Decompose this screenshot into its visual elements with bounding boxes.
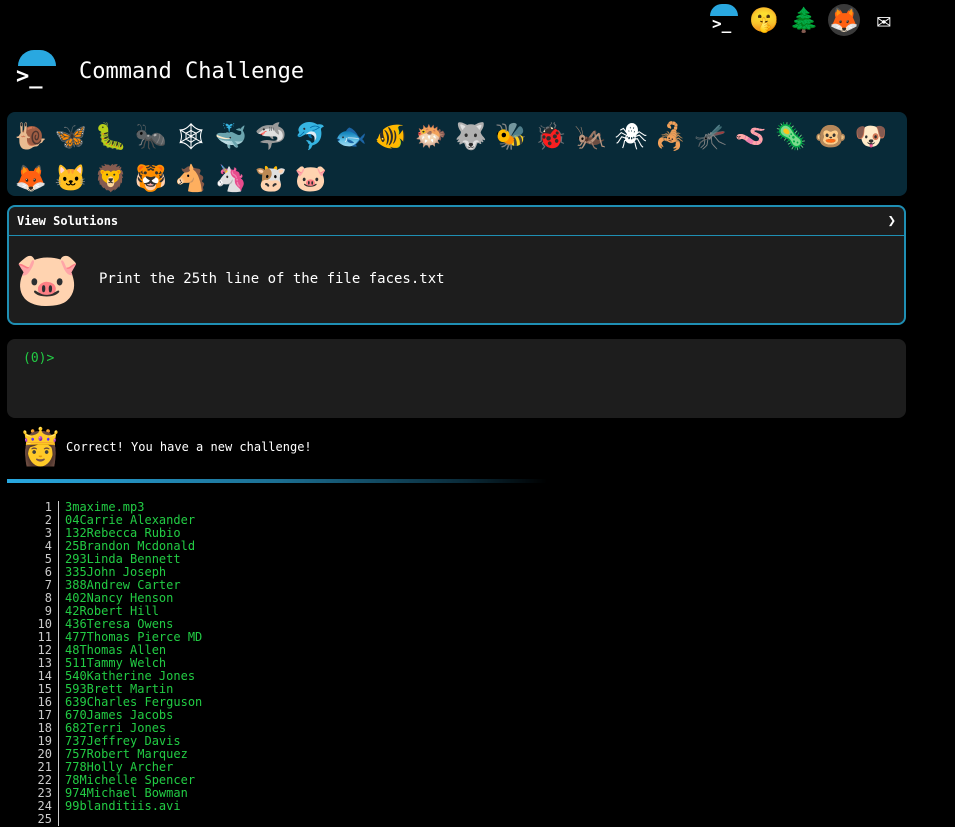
output-line: 24 99blanditiis.avi — [30, 800, 202, 813]
tree-icon[interactable]: 🌲 — [788, 4, 820, 36]
animal-challenge-icon[interactable]: 🐝 — [491, 116, 531, 158]
animal-challenge-icon[interactable]: 🐶 — [851, 116, 891, 158]
page-title: Command Challenge — [79, 58, 305, 84]
feedback-message: 👸 Correct! You have a new challenge! — [18, 426, 312, 468]
animal-challenge-icon[interactable]: 🐷 — [291, 158, 331, 200]
terminal-prompt: (0)> — [23, 351, 55, 366]
feedback-text: Correct! You have a new challenge! — [66, 440, 312, 454]
animal-challenge-icon[interactable]: 🦊 — [11, 158, 51, 200]
animal-challenge-icon[interactable]: 🦟 — [691, 116, 731, 158]
challenge-body: 🐷 Print the 25th line of the file faces.… — [9, 236, 904, 322]
animal-challenge-icon[interactable]: 🪱 — [731, 116, 771, 158]
animal-challenge-icon[interactable]: 🦗 — [571, 116, 611, 158]
output-line: 25 — [30, 813, 202, 826]
view-solutions-label: View Solutions — [17, 214, 119, 228]
princess-icon: 👸 — [18, 427, 63, 468]
chevron-right-icon: ❯ — [887, 213, 896, 229]
animal-challenge-icon[interactable]: 🐬 — [291, 116, 331, 158]
challenge-text: Print the 25th line of the file faces.tx… — [99, 271, 445, 287]
envelope-icon[interactable]: ✉ — [868, 4, 900, 36]
challenge-animal-strip: 🐌 🦋 🐛 🐜 🕸 🐳 🦈 🐬 🐟 🐠 🐡 🐺 🐝 🐞 🦗 🕷 🦂 🦟 🪱 🦠 🐵 🐶 🦊 🐱 🦁 🐯 🐴 🦄 🐮 🐷 — [7, 112, 907, 196]
terminal-input[interactable]: (0)> — [7, 339, 906, 418]
animal-challenge-icon[interactable]: 🦄 — [211, 158, 251, 200]
animal-challenge-icon[interactable]: 🕷 — [611, 116, 651, 158]
animal-challenge-icon[interactable]: 🐛 — [91, 116, 131, 158]
terminal-logo[interactable]: >_ — [14, 50, 58, 92]
line-text: 99blanditiis.avi — [65, 799, 181, 813]
animal-challenge-icon[interactable]: 🐌 — [11, 116, 51, 158]
solutions-panel: View Solutions ❯ 🐷 Print the 25th line o… — [7, 205, 906, 325]
animal-challenge-icon[interactable]: 🦂 — [651, 116, 691, 158]
view-solutions-toggle[interactable]: View Solutions ❯ — [9, 207, 904, 236]
line-text — [59, 813, 65, 826]
terminal-logo-icon[interactable]: >_ — [708, 4, 740, 36]
animal-challenge-icon[interactable]: 🐟 — [331, 116, 371, 158]
animal-challenge-icon[interactable]: 🕸 — [171, 116, 211, 158]
animal-challenge-icon[interactable]: 🐺 — [451, 116, 491, 158]
animal-challenge-icon[interactable]: 🐴 — [171, 158, 211, 200]
pig-icon: 🐷 — [15, 249, 80, 310]
line-number: 25 — [30, 813, 59, 826]
animal-challenge-icon[interactable]: 🦈 — [251, 116, 291, 158]
animal-challenge-icon[interactable]: 🦁 — [91, 158, 131, 200]
shushing-face-icon[interactable]: 🤫 — [748, 4, 780, 36]
top-bar: >_ 🤫 🌲 🦊 ✉ — [708, 4, 900, 36]
animal-challenge-icon[interactable]: 🐠 — [371, 116, 411, 158]
animal-challenge-icon[interactable]: 🐞 — [531, 116, 571, 158]
animal-challenge-icon[interactable]: 🐳 — [211, 116, 251, 158]
header: >_ Command Challenge — [14, 50, 304, 92]
animal-challenge-icon[interactable]: 🐱 — [51, 158, 91, 200]
gitlab-icon[interactable]: 🦊 — [828, 4, 860, 36]
command-output: 1 3maxime.mp3 2 04Carrie Alexander 3 132Rebec… — [30, 501, 202, 826]
animal-challenge-icon[interactable]: 🦠 — [771, 116, 811, 158]
animal-challenge-icon[interactable]: 🦋 — [51, 116, 91, 158]
animal-challenge-icon[interactable]: 🐯 — [131, 158, 171, 200]
progress-bar — [7, 479, 547, 483]
animal-challenge-icon[interactable]: 🐮 — [251, 158, 291, 200]
animal-challenge-icon[interactable]: 🐵 — [811, 116, 851, 158]
animal-challenge-icon[interactable]: 🐜 — [131, 116, 171, 158]
animal-challenge-icon[interactable]: 🐡 — [411, 116, 451, 158]
